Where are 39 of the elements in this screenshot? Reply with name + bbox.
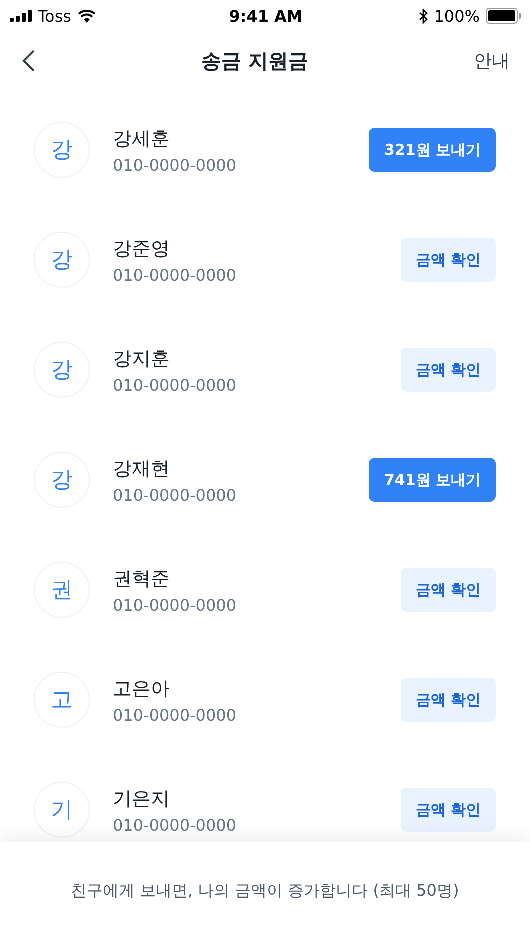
contact-name: 고은아 (113, 676, 171, 702)
send-button[interactable]: 741원 보내기 (369, 458, 496, 502)
avatar-initial: 강 (34, 342, 90, 398)
avatar-initial: 강 (34, 122, 90, 178)
contact-name: 강지훈 (113, 346, 171, 372)
phone-number: 010-0000-0000 (113, 156, 238, 174)
page-title: 송금 지원금 (202, 48, 308, 74)
avatar-initial: 권 (34, 562, 90, 618)
contact-name: 기은지 (113, 786, 171, 812)
avatar-initial: 기 (34, 782, 90, 838)
phone-number: 010-0000-0000 (113, 266, 238, 284)
contact-name: 강세훈 (113, 126, 171, 152)
contact-name: 권혁준 (113, 566, 171, 592)
check-amount-button[interactable]: 금액 확인 (400, 238, 496, 282)
contact-name: 강재현 (113, 456, 171, 482)
footer-note: 친구에게 보내면, 나의 금액이 증가합니다 (최대 50명) (70, 880, 460, 902)
send-button[interactable]: 321원 보내기 (369, 128, 496, 172)
contact-name: 강준영 (113, 236, 171, 262)
clock-time: 9:41 AM (229, 6, 303, 26)
check-amount-button[interactable]: 금액 확인 (400, 678, 496, 722)
signal-icon (10, 10, 32, 22)
avatar-initial: 강 (34, 232, 90, 288)
phone-number: 010-0000-0000 (113, 816, 238, 834)
phone-number: 010-0000-0000 (113, 596, 238, 614)
wifi-icon (78, 10, 96, 22)
bluetooth-icon (419, 8, 428, 24)
info-link[interactable]: 안내 (474, 49, 510, 73)
check-amount-button[interactable]: 금액 확인 (400, 568, 496, 612)
phone-number: 010-0000-0000 (113, 376, 238, 394)
phone-number: 010-0000-0000 (113, 706, 238, 724)
check-amount-button[interactable]: 금액 확인 (400, 348, 496, 392)
avatar-initial: 고 (34, 672, 90, 728)
back-icon[interactable] (22, 49, 36, 73)
phone-number: 010-0000-0000 (113, 486, 238, 504)
carrier-name: Toss (38, 6, 72, 26)
battery-icon (486, 8, 522, 24)
battery-percent: 100% (434, 6, 480, 26)
check-amount-button[interactable]: 금액 확인 (400, 788, 496, 832)
avatar-initial: 강 (34, 452, 90, 508)
